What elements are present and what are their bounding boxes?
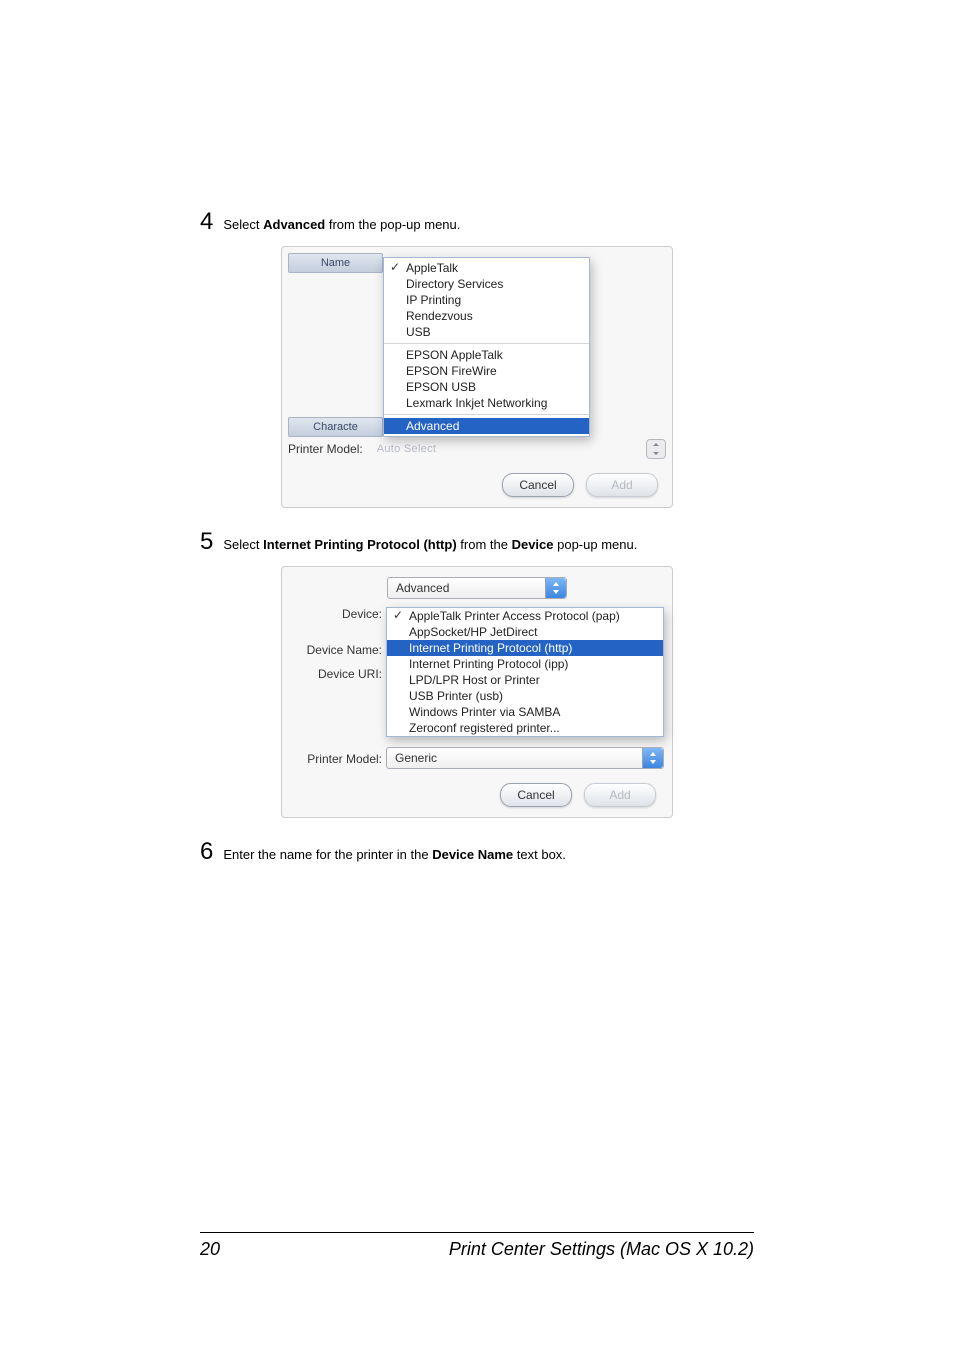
cancel-button[interactable]: Cancel: [500, 783, 572, 807]
menu-item-zeroconf[interactable]: Zeroconf registered printer...: [387, 720, 663, 736]
printer-model-value: Auto Select: [373, 443, 640, 455]
page-number: 20: [200, 1239, 220, 1260]
add-button[interactable]: Add: [584, 783, 656, 807]
chevron-updown-icon: [642, 748, 663, 768]
footer-title: Print Center Settings (Mac OS X 10.2): [449, 1239, 754, 1260]
text: from the pop-up menu.: [325, 217, 460, 232]
menu-item-lpd[interactable]: LPD/LPR Host or Printer: [387, 672, 663, 688]
column-header-character[interactable]: Characte: [288, 417, 383, 437]
menu-item-ipp-http[interactable]: Internet Printing Protocol (http): [387, 640, 663, 656]
menu-item-advanced[interactable]: Advanced: [384, 418, 589, 434]
menu-item-samba[interactable]: Windows Printer via SAMBA: [387, 704, 663, 720]
step-number: 5: [200, 530, 213, 554]
screenshot-2: Advanced Device: Device Name: Device URI…: [200, 566, 754, 818]
menu-item-epson-firewire[interactable]: EPSON FireWire: [384, 363, 589, 379]
text-bold: Device: [512, 537, 554, 552]
stepper-icon[interactable]: [646, 439, 666, 459]
step-4: 4 Select Advanced from the pop-up menu.: [200, 210, 754, 234]
step-text: Enter the name for the printer in the De…: [223, 846, 566, 864]
device-name-label: Device Name:: [290, 643, 382, 661]
screenshot-1: Name Characte AppleTalk Directory Servic…: [200, 246, 754, 508]
step-6: 6 Enter the name for the printer in the …: [200, 840, 754, 864]
connection-popup[interactable]: Advanced: [387, 577, 567, 599]
text: Enter the name for the printer in the: [223, 847, 432, 862]
cancel-button[interactable]: Cancel: [502, 473, 574, 497]
menu-item-epson-appletalk[interactable]: EPSON AppleTalk: [384, 347, 589, 363]
menu-item-rendezvous[interactable]: Rendezvous: [384, 308, 589, 324]
menu-item-usb-printer[interactable]: USB Printer (usb): [387, 688, 663, 704]
footer-rule: [200, 1232, 754, 1233]
menu-item-appletalk[interactable]: AppleTalk: [384, 260, 589, 276]
text: Select: [223, 217, 263, 232]
menu-item-lexmark[interactable]: Lexmark Inkjet Networking: [384, 395, 589, 411]
advanced-dialog: Advanced Device: Device Name: Device URI…: [281, 566, 673, 818]
menu-item-epson-usb[interactable]: EPSON USB: [384, 379, 589, 395]
step-text: Select Internet Printing Protocol (http)…: [223, 536, 637, 554]
device-menu[interactable]: AppleTalk Printer Access Protocol (pap) …: [386, 607, 664, 737]
chevron-updown-icon: [545, 578, 566, 598]
menu-separator: [384, 343, 589, 344]
page-footer: 20 Print Center Settings (Mac OS X 10.2): [200, 1232, 754, 1260]
step-number: 6: [200, 840, 213, 864]
column-header-name[interactable]: Name: [288, 253, 383, 273]
printer-model-popup[interactable]: Generic: [386, 747, 664, 769]
device-uri-label: Device URI:: [290, 667, 382, 685]
popup-value: Advanced: [396, 581, 449, 595]
step-text: Select Advanced from the pop-up menu.: [223, 216, 460, 234]
text: from the: [457, 537, 512, 552]
text-bold: Device Name: [432, 847, 513, 862]
text: text box.: [513, 847, 566, 862]
add-button[interactable]: Add: [586, 473, 658, 497]
menu-item-appsocket[interactable]: AppSocket/HP JetDirect: [387, 624, 663, 640]
text-bold: Internet Printing Protocol (http): [263, 537, 457, 552]
menu-item-directory-services[interactable]: Directory Services: [384, 276, 589, 292]
menu-item-usb[interactable]: USB: [384, 324, 589, 340]
device-label: Device:: [290, 607, 382, 625]
printer-model-label: Printer Model:: [290, 750, 386, 766]
printer-model-label: Printer Model:: [288, 442, 367, 456]
text: pop-up menu.: [554, 537, 638, 552]
text: Select: [223, 537, 263, 552]
add-printer-dialog: Name Characte AppleTalk Directory Servic…: [281, 246, 673, 508]
connection-type-menu[interactable]: AppleTalk Directory Services IP Printing…: [383, 257, 590, 437]
step-number: 4: [200, 210, 213, 234]
text-bold: Advanced: [263, 217, 325, 232]
menu-item-ip-printing[interactable]: IP Printing: [384, 292, 589, 308]
step-5: 5 Select Internet Printing Protocol (htt…: [200, 530, 754, 554]
menu-item-pap[interactable]: AppleTalk Printer Access Protocol (pap): [387, 608, 663, 624]
menu-item-ipp-ipp[interactable]: Internet Printing Protocol (ipp): [387, 656, 663, 672]
menu-separator: [384, 414, 589, 415]
popup-value: Generic: [395, 751, 437, 765]
